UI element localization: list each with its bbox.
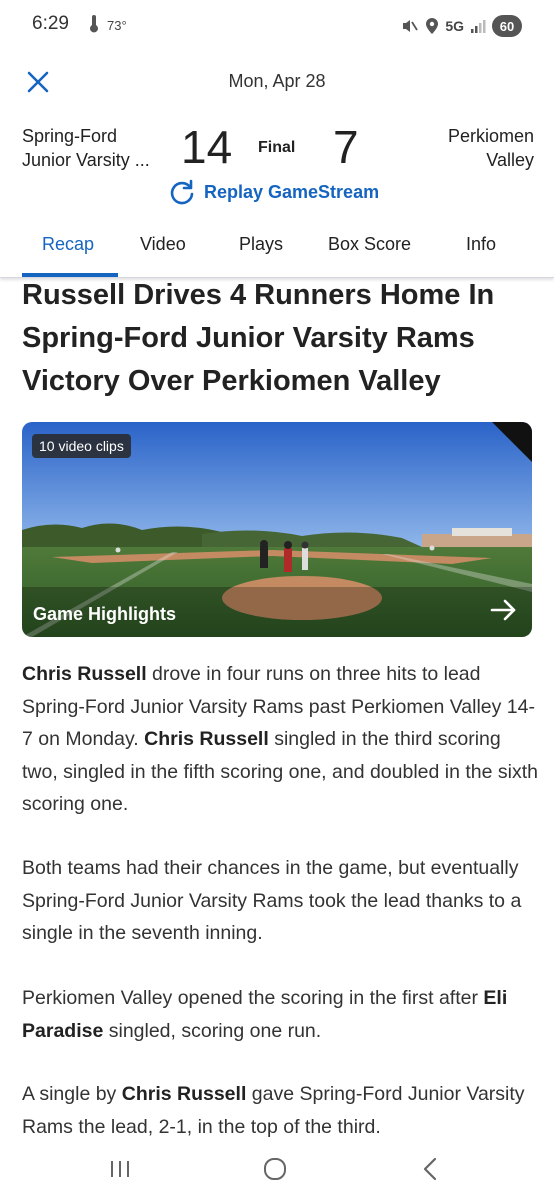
tab-info[interactable]: Info xyxy=(466,234,496,255)
recents-icon[interactable] xyxy=(100,1154,140,1184)
location-icon xyxy=(426,18,439,34)
tab-box-score[interactable]: Box Score xyxy=(328,234,411,255)
game-date: Mon, Apr 28 xyxy=(228,71,326,91)
away-team-line1: Perkiomen xyxy=(447,126,534,146)
player-name[interactable]: Chris Russell xyxy=(122,1083,247,1105)
player-name[interactable]: Chris Russell xyxy=(144,728,269,750)
away-score: 7 xyxy=(333,121,359,173)
away-team-name[interactable]: Perkiomen Valley xyxy=(448,124,534,172)
away-team-line2: Valley xyxy=(486,150,534,170)
paragraph-text: Perkiomen Valley opened the scoring in t… xyxy=(22,987,484,1009)
video-label: Game Highlights xyxy=(33,604,177,624)
video-clips-badge: 10 video clips xyxy=(32,434,131,458)
tab-recap[interactable]: Recap xyxy=(42,234,94,255)
network-label: 5G xyxy=(445,18,464,34)
replay-label: Replay GameStream xyxy=(204,181,380,202)
tab-plays[interactable]: Plays xyxy=(239,234,283,255)
tab-video[interactable]: Video xyxy=(140,234,186,255)
status-icons: 5G 60 xyxy=(401,12,522,40)
home-score: 14 xyxy=(181,121,233,173)
tab-bar: Recap Video Plays Box Score Info xyxy=(0,222,554,278)
article-paragraph-3: Perkiomen Valley opened the scoring in t… xyxy=(22,982,538,1047)
article-headline: Russell Drives 4 Runners Home In Spring-… xyxy=(22,279,495,397)
video-highlights-card[interactable]: 10 video clips Game Highlights xyxy=(22,422,532,637)
home-team-line1: Spring-Ford xyxy=(22,126,118,146)
mute-icon xyxy=(403,20,419,32)
article-paragraph-1: Chris Russell drove in four runs on thre… xyxy=(22,658,538,821)
status-bar: 6:29 73° 5G 60 xyxy=(0,0,554,52)
paragraph-text: singled, scoring one run. xyxy=(103,1019,322,1042)
paragraph-text: A single by xyxy=(22,1083,122,1105)
article-paragraph-2: Both teams had their chances in the game… xyxy=(22,857,522,944)
weather-icon xyxy=(90,15,98,33)
player-name[interactable]: Chris Russell xyxy=(22,663,147,685)
home-icon[interactable] xyxy=(255,1154,295,1184)
arrow-right-icon xyxy=(490,599,516,621)
game-status: Final xyxy=(258,139,296,156)
status-time: 6:29 xyxy=(32,13,69,34)
home-team-name[interactable]: Spring-Ford Junior Varsity ... xyxy=(22,124,150,172)
status-temperature: 73° xyxy=(107,18,127,33)
signal-icon xyxy=(471,20,486,33)
system-nav-bar xyxy=(0,1142,554,1200)
article-paragraph-4: A single by Chris Russell gave Spring-Fo… xyxy=(22,1078,538,1143)
battery-indicator: 60 xyxy=(492,15,522,37)
replay-gamestream-button[interactable]: Replay GameStream xyxy=(168,178,379,206)
replay-icon xyxy=(170,179,194,205)
home-team-line2: Junior Varsity ... xyxy=(22,150,150,170)
back-icon[interactable] xyxy=(410,1154,450,1184)
